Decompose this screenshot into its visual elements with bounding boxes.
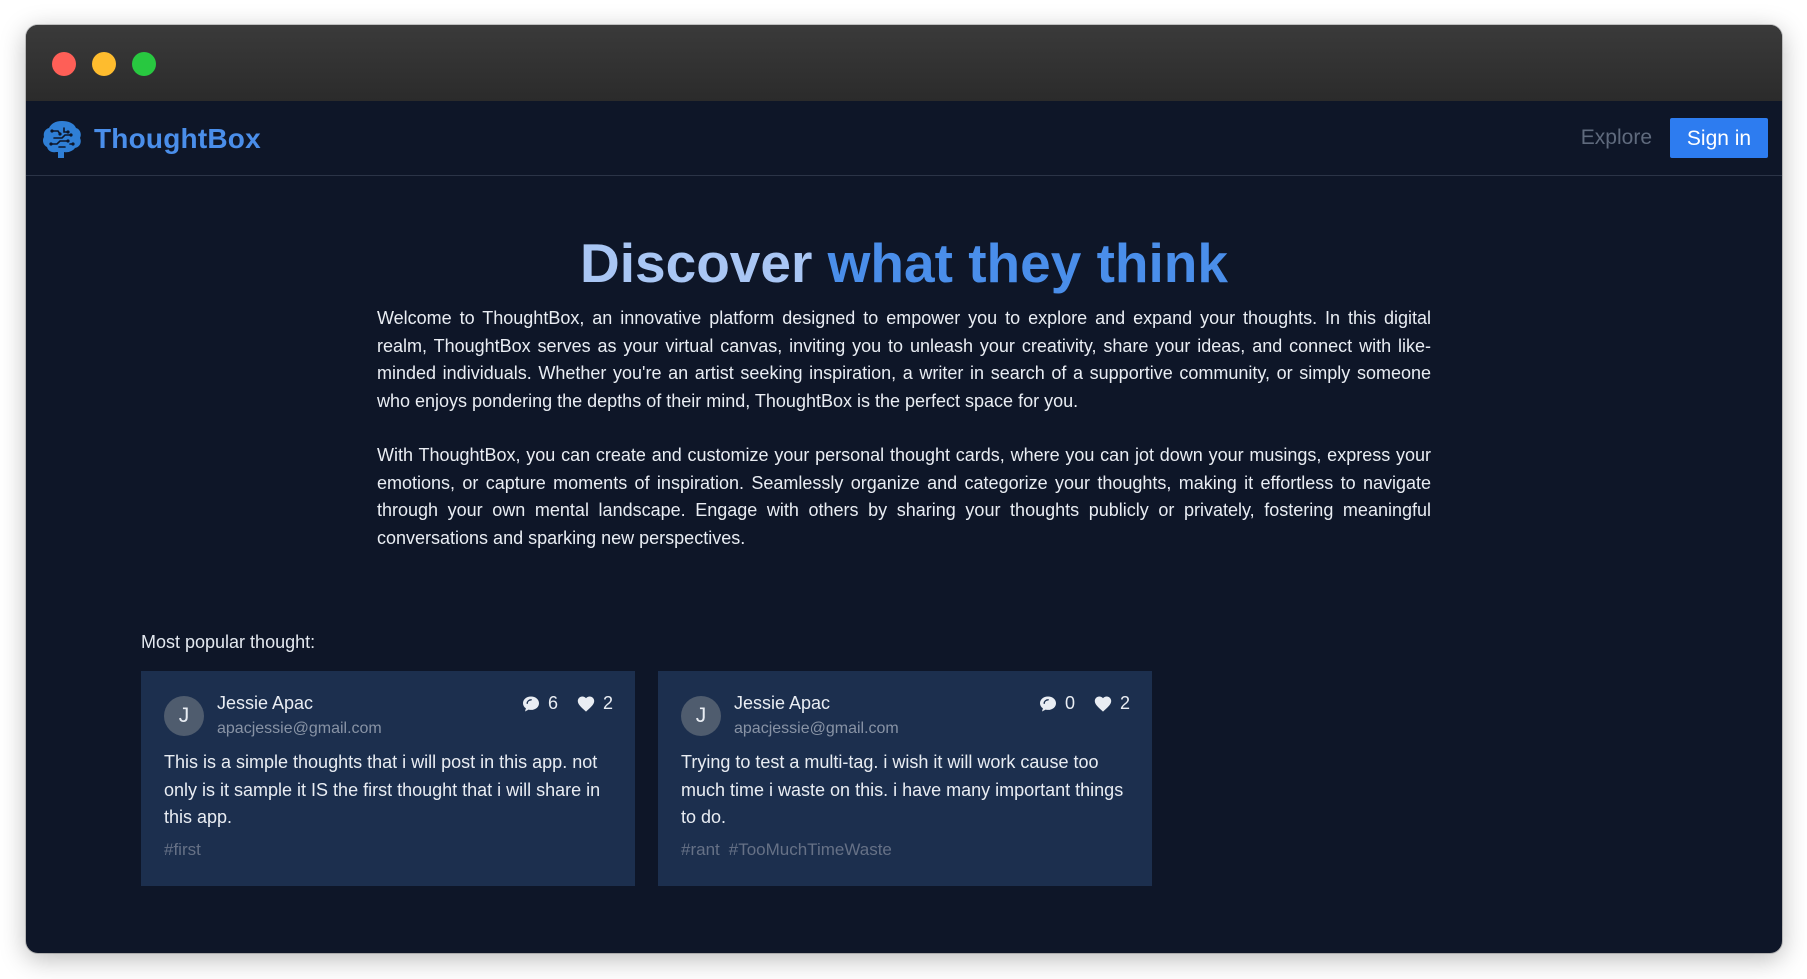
thought-text: This is a simple thoughts that i will po…	[164, 752, 601, 827]
tag-link[interactable]: #first	[164, 840, 201, 860]
author-email: apacjessie@gmail.com	[217, 720, 382, 737]
popular-thought-label: Most popular thought:	[141, 632, 316, 652]
author-email: apacjessie@gmail.com	[734, 720, 899, 737]
tag-link[interactable]: #rant	[681, 840, 720, 860]
thought-text: Trying to test a multi-tag. i wish it wi…	[681, 752, 1124, 827]
hero-title: Discover what they think	[26, 230, 1782, 296]
like-count-button[interactable]: 2	[576, 693, 613, 714]
hero-title-part1: Discover	[580, 232, 813, 294]
comment-count-button[interactable]: 0	[1038, 693, 1075, 714]
sign-in-button[interactable]: Sign in	[1670, 118, 1768, 158]
thought-card[interactable]: J Jessie Apac apacjessie@gmail.com 0 2 T…	[658, 671, 1152, 886]
window-maximize-button[interactable]	[132, 52, 156, 76]
thought-tags: #rant #TooMuchTimeWaste	[681, 840, 892, 860]
brain-logo-icon	[43, 121, 81, 158]
comment-count: 0	[1064, 693, 1075, 713]
intro-paragraph-1: Welcome to ThoughtBox, an innovative pla…	[377, 308, 1431, 411]
thought-tags: #first	[164, 840, 201, 860]
window-titlebar	[26, 25, 1782, 102]
nav-explore-link[interactable]: Explore	[1581, 126, 1652, 150]
comment-count-button[interactable]: 6	[521, 693, 558, 714]
like-count: 2	[602, 693, 613, 713]
author-name[interactable]: Jessie Apac	[217, 693, 313, 714]
author-name[interactable]: Jessie Apac	[734, 693, 830, 714]
window-close-button[interactable]	[52, 52, 76, 76]
brand-name: ThoughtBox	[94, 123, 261, 154]
hero-title-part2: what they think	[827, 232, 1228, 294]
like-count: 2	[1119, 693, 1130, 713]
top-navbar: ThoughtBox Explore Sign in	[26, 101, 1782, 176]
brand-home-link[interactable]: ThoughtBox	[40, 117, 261, 161]
intro-paragraph-2: With ThoughtBox, you can create and cust…	[377, 445, 1431, 548]
tag-link[interactable]: #TooMuchTimeWaste	[729, 840, 892, 860]
thought-stats: 6 2	[521, 693, 613, 714]
browser-window: ThoughtBox Explore Sign in Discover what…	[26, 25, 1782, 953]
thought-card[interactable]: J Jessie Apac apacjessie@gmail.com 6 2 T…	[141, 671, 635, 886]
heart-icon	[577, 696, 595, 712]
avatar[interactable]: J	[164, 696, 204, 736]
comment-icon	[1039, 696, 1056, 711]
avatar[interactable]: J	[681, 696, 721, 736]
heart-icon	[1094, 696, 1112, 712]
comment-icon	[522, 696, 539, 711]
thought-stats: 0 2	[1038, 693, 1130, 714]
window-minimize-button[interactable]	[92, 52, 116, 76]
comment-count: 6	[547, 693, 558, 713]
like-count-button[interactable]: 2	[1093, 693, 1130, 714]
